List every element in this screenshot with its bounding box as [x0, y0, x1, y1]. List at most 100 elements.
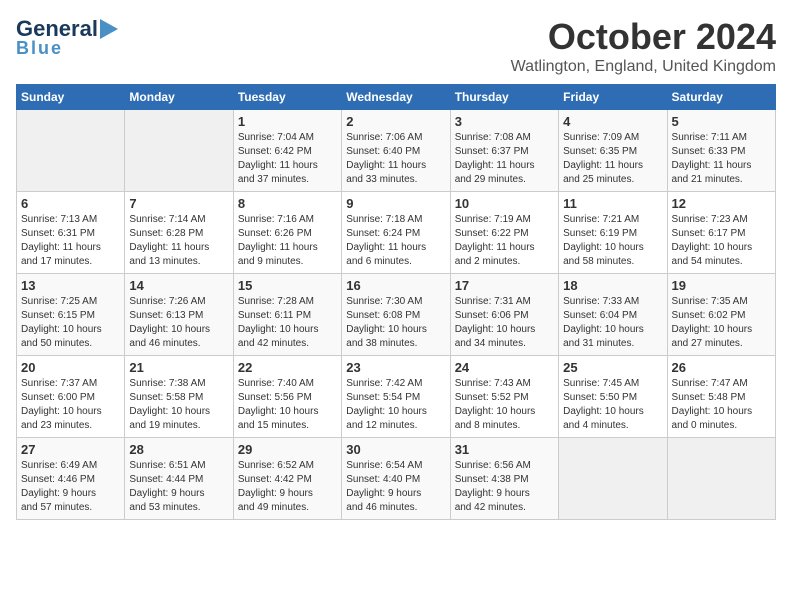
weekday-header-saturday: Saturday — [667, 85, 775, 110]
calendar-cell: 18 Sunrise: 7:33 AM Sunset: 6:04 PM Dayli… — [559, 274, 667, 356]
calendar-table: SundayMondayTuesdayWednesdayThursdayFrid… — [16, 84, 776, 520]
calendar-week-5: 27 Sunrise: 6:49 AM Sunset: 4:46 PM Dayli… — [17, 438, 776, 520]
day-number: 12 — [672, 196, 771, 211]
calendar-cell: 20Sunrise: 7:37 AM Sunset: 6:00 PM Dayli… — [17, 356, 125, 438]
weekday-header-sunday: Sunday — [17, 85, 125, 110]
weekday-header-wednesday: Wednesday — [342, 85, 450, 110]
location: Watlington, England, United Kingdom — [511, 58, 776, 76]
cell-content: Sunrise: 7:13 AM Sunset: 6:31 PM Dayligh… — [21, 213, 120, 269]
day-number: 23 — [346, 360, 445, 375]
day-number: 29 — [238, 442, 337, 457]
day-number: 9 — [346, 196, 445, 211]
calendar-cell: 7 Sunrise: 7:14 AM Sunset: 6:28 PM Daylig… — [125, 192, 233, 274]
cell-content: Sunrise: 7:45 AM Sunset: 5:50 PM Dayligh… — [563, 377, 662, 433]
day-number: 26 — [672, 360, 771, 375]
cell-content: Sunrise: 7:42 AM Sunset: 5:54 PM Dayligh… — [346, 377, 445, 433]
calendar-week-1: 1Sunrise: 7:04 AM Sunset: 6:42 PM Daylig… — [17, 110, 776, 192]
day-number: 18 — [563, 278, 662, 293]
cell-content: Sunrise: 7:31 AM Sunset: 6:06 PM Dayligh… — [455, 295, 554, 351]
calendar-cell: 12 Sunrise: 7:23 AM Sunset: 6:17 PM Dayli… — [667, 192, 775, 274]
weekday-header-monday: Monday — [125, 85, 233, 110]
day-number: 7 — [129, 196, 228, 211]
calendar-cell: 19 Sunrise: 7:35 AM Sunset: 6:02 PM Dayli… — [667, 274, 775, 356]
day-number: 11 — [563, 196, 662, 211]
day-number: 8 — [238, 196, 337, 211]
day-number: 17 — [455, 278, 554, 293]
day-number: 27 — [21, 442, 120, 457]
day-number: 20 — [21, 360, 120, 375]
cell-content: Sunrise: 7:14 AM Sunset: 6:28 PM Dayligh… — [129, 213, 228, 269]
cell-content: Sunrise: 7:09 AM Sunset: 6:35 PM Dayligh… — [563, 131, 662, 187]
day-number: 24 — [455, 360, 554, 375]
calendar-cell: 2Sunrise: 7:06 AM Sunset: 6:40 PM Daylig… — [342, 110, 450, 192]
day-number: 6 — [21, 196, 120, 211]
calendar-cell: 14Sunrise: 7:26 AM Sunset: 6:13 PM Dayli… — [125, 274, 233, 356]
calendar-cell: 28Sunrise: 6:51 AM Sunset: 4:44 PM Dayli… — [125, 438, 233, 520]
calendar-cell: 6 Sunrise: 7:13 AM Sunset: 6:31 PM Daylig… — [17, 192, 125, 274]
calendar-cell: 30 Sunrise: 6:54 AM Sunset: 4:40 PM Dayli… — [342, 438, 450, 520]
day-number: 21 — [129, 360, 228, 375]
logo-blue: Blue — [16, 38, 63, 59]
cell-content: Sunrise: 6:49 AM Sunset: 4:46 PM Dayligh… — [21, 459, 120, 515]
cell-content: Sunrise: 7:21 AM Sunset: 6:19 PM Dayligh… — [563, 213, 662, 269]
calendar-week-3: 13 Sunrise: 7:25 AM Sunset: 6:15 PM Dayli… — [17, 274, 776, 356]
cell-content: Sunrise: 7:35 AM Sunset: 6:02 PM Dayligh… — [672, 295, 771, 351]
calendar-cell: 5Sunrise: 7:11 AM Sunset: 6:33 PM Daylig… — [667, 110, 775, 192]
cell-content: Sunrise: 7:25 AM Sunset: 6:15 PM Dayligh… — [21, 295, 120, 351]
cell-content: Sunrise: 7:47 AM Sunset: 5:48 PM Dayligh… — [672, 377, 771, 433]
calendar-cell — [125, 110, 233, 192]
calendar-cell — [667, 438, 775, 520]
calendar-cell: 24 Sunrise: 7:43 AM Sunset: 5:52 PM Dayli… — [450, 356, 558, 438]
cell-content: Sunrise: 7:19 AM Sunset: 6:22 PM Dayligh… — [455, 213, 554, 269]
day-number: 15 — [238, 278, 337, 293]
calendar-cell: 10 Sunrise: 7:19 AM Sunset: 6:22 PM Dayli… — [450, 192, 558, 274]
day-number: 10 — [455, 196, 554, 211]
cell-content: Sunrise: 6:56 AM Sunset: 4:38 PM Dayligh… — [455, 459, 554, 515]
weekday-header-row: SundayMondayTuesdayWednesdayThursdayFrid… — [17, 85, 776, 110]
day-number: 3 — [455, 114, 554, 129]
cell-content: Sunrise: 7:16 AM Sunset: 6:26 PM Dayligh… — [238, 213, 337, 269]
logo-triangle-icon — [100, 19, 118, 39]
cell-content: Sunrise: 7:11 AM Sunset: 6:33 PM Dayligh… — [672, 131, 771, 187]
calendar-cell: 9 Sunrise: 7:18 AM Sunset: 6:24 PM Daylig… — [342, 192, 450, 274]
calendar-cell: 27 Sunrise: 6:49 AM Sunset: 4:46 PM Dayli… — [17, 438, 125, 520]
calendar-cell: 25Sunrise: 7:45 AM Sunset: 5:50 PM Dayli… — [559, 356, 667, 438]
weekday-header-thursday: Thursday — [450, 85, 558, 110]
cell-content: Sunrise: 7:08 AM Sunset: 6:37 PM Dayligh… — [455, 131, 554, 187]
calendar-cell: 4 Sunrise: 7:09 AM Sunset: 6:35 PM Daylig… — [559, 110, 667, 192]
day-number: 19 — [672, 278, 771, 293]
logo: General Blue — [16, 16, 120, 59]
cell-content: Sunrise: 7:40 AM Sunset: 5:56 PM Dayligh… — [238, 377, 337, 433]
weekday-header-tuesday: Tuesday — [233, 85, 341, 110]
day-number: 31 — [455, 442, 554, 457]
day-number: 14 — [129, 278, 228, 293]
day-number: 13 — [21, 278, 120, 293]
cell-content: Sunrise: 7:33 AM Sunset: 6:04 PM Dayligh… — [563, 295, 662, 351]
cell-content: Sunrise: 6:52 AM Sunset: 4:42 PM Dayligh… — [238, 459, 337, 515]
calendar-cell: 15 Sunrise: 7:28 AM Sunset: 6:11 PM Dayli… — [233, 274, 341, 356]
cell-content: Sunrise: 7:18 AM Sunset: 6:24 PM Dayligh… — [346, 213, 445, 269]
cell-content: Sunrise: 7:04 AM Sunset: 6:42 PM Dayligh… — [238, 131, 337, 187]
calendar-cell: 23 Sunrise: 7:42 AM Sunset: 5:54 PM Dayli… — [342, 356, 450, 438]
day-number: 22 — [238, 360, 337, 375]
cell-content: Sunrise: 7:23 AM Sunset: 6:17 PM Dayligh… — [672, 213, 771, 269]
calendar-cell: 11 Sunrise: 7:21 AM Sunset: 6:19 PM Dayli… — [559, 192, 667, 274]
calendar-cell — [17, 110, 125, 192]
day-number: 30 — [346, 442, 445, 457]
cell-content: Sunrise: 7:43 AM Sunset: 5:52 PM Dayligh… — [455, 377, 554, 433]
day-number: 4 — [563, 114, 662, 129]
title-block: October 2024 Watlington, England, United… — [511, 16, 776, 76]
calendar-cell: 8 Sunrise: 7:16 AM Sunset: 6:26 PM Daylig… — [233, 192, 341, 274]
calendar-cell: 1Sunrise: 7:04 AM Sunset: 6:42 PM Daylig… — [233, 110, 341, 192]
calendar-cell: 26 Sunrise: 7:47 AM Sunset: 5:48 PM Dayli… — [667, 356, 775, 438]
cell-content: Sunrise: 7:28 AM Sunset: 6:11 PM Dayligh… — [238, 295, 337, 351]
cell-content: Sunrise: 6:51 AM Sunset: 4:44 PM Dayligh… — [129, 459, 228, 515]
calendar-cell: 22 Sunrise: 7:40 AM Sunset: 5:56 PM Dayli… — [233, 356, 341, 438]
page-header: General Blue October 2024 Watlington, En… — [16, 16, 776, 76]
calendar-cell: 31 Sunrise: 6:56 AM Sunset: 4:38 PM Dayli… — [450, 438, 558, 520]
month-title: October 2024 — [511, 16, 776, 58]
cell-content: Sunrise: 7:30 AM Sunset: 6:08 PM Dayligh… — [346, 295, 445, 351]
cell-content: Sunrise: 6:54 AM Sunset: 4:40 PM Dayligh… — [346, 459, 445, 515]
calendar-cell: 3 Sunrise: 7:08 AM Sunset: 6:37 PM Daylig… — [450, 110, 558, 192]
cell-content: Sunrise: 7:38 AM Sunset: 5:58 PM Dayligh… — [129, 377, 228, 433]
